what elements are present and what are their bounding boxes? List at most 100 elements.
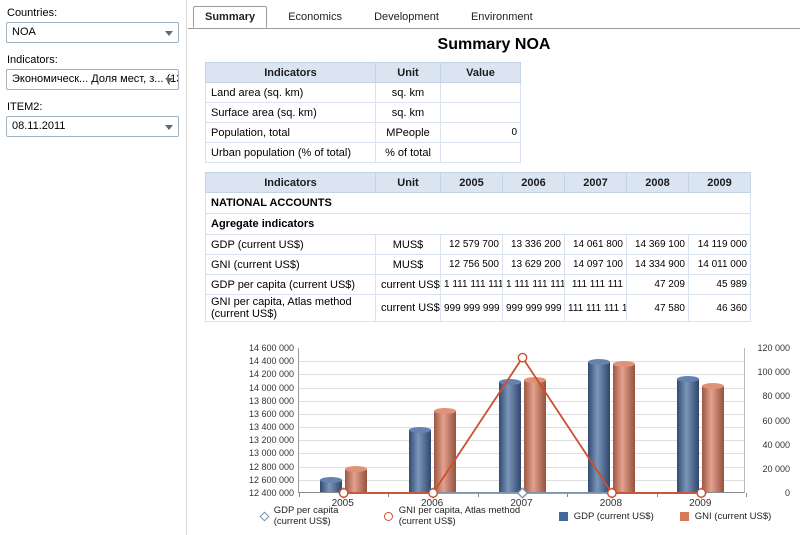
- value-cell: 45 989: [689, 275, 751, 295]
- col-header-unit: Unit: [376, 173, 441, 193]
- indicator-cell: GNI per capita, Atlas method (current US…: [206, 295, 376, 322]
- y-axis-label-left: 14 200 000: [240, 369, 294, 379]
- value-cell: 111 111 111 1: [565, 295, 627, 322]
- col-header-value: Value: [441, 63, 521, 83]
- countries-dropdown[interactable]: NOA: [6, 22, 179, 43]
- value-cell: 12 756 500: [441, 255, 503, 275]
- y-axis-label-left: 14 600 000: [240, 343, 294, 353]
- indicator-cell: Urban population (% of total): [206, 143, 376, 163]
- unit-cell: MUS$: [376, 255, 441, 275]
- y-axis-label-right: 0: [749, 488, 790, 498]
- section-label: NATIONAL ACCOUNTS: [206, 193, 751, 214]
- legend-item-gdp-per-capita: GDP per capita (current US$): [261, 505, 358, 528]
- value-cell: 47 209: [627, 275, 689, 295]
- table-row: GDP (current US$) MUS$ 12 579 700 13 336…: [206, 235, 751, 255]
- table-row: Surface area (sq. km) sq. km: [206, 103, 521, 123]
- indicator-cell: GDP per capita (current US$): [206, 275, 376, 295]
- x-axis-tick: [746, 493, 747, 497]
- value-cell: 999 999 999: [441, 295, 503, 322]
- table-row: Land area (sq. km) sq. km: [206, 83, 521, 103]
- y-axis-label-right: 100 000: [749, 367, 790, 377]
- y-axis-label-right: 80 000: [749, 391, 790, 401]
- value-cell: [441, 143, 521, 163]
- y-axis-label-left: 13 600 000: [240, 409, 294, 419]
- y-axis-label-left: 12 800 000: [240, 462, 294, 472]
- y-axis-label-left: 14 400 000: [240, 356, 294, 366]
- y-axis-label-left: 14 000 000: [240, 383, 294, 393]
- item2-label: ITEM2:: [7, 101, 180, 113]
- unit-cell: MPeople: [376, 123, 441, 143]
- unit-cell: current US$: [376, 295, 441, 322]
- chart-legend: GDP per capita (current US$) GNI per cap…: [240, 505, 792, 528]
- value-cell: 1 111 111 111: [441, 275, 503, 295]
- indicator-cell: GNI (current US$): [206, 255, 376, 275]
- unit-cell: sq. km: [376, 103, 441, 123]
- section-label: Agregate indicators: [206, 214, 751, 235]
- unit-cell: current US$: [376, 275, 441, 295]
- value-cell: 14 334 900: [627, 255, 689, 275]
- col-header-2006: 2006: [503, 173, 565, 193]
- tab-summary[interactable]: Summary: [193, 6, 267, 28]
- y-axis-label-left: 12 600 000: [240, 475, 294, 485]
- table-row: Population, total MPeople 0: [206, 123, 521, 143]
- value-cell: 14 097 100: [565, 255, 627, 275]
- countries-label: Countries:: [7, 7, 180, 19]
- indicators-dropdown[interactable]: Экономическ... Доля мест, з... (1374): [6, 69, 179, 90]
- legend-label: GDP (current US$): [574, 511, 654, 522]
- y-axis-label-right: 120 000: [749, 343, 790, 353]
- chart: 14 600 000 14 400 000 14 200 000 14 000 000…: [240, 343, 792, 510]
- chevron-down-icon: [165, 125, 173, 130]
- y-axis-label-left: 13 000 000: [240, 448, 294, 458]
- table-row: GDP per capita (current US$) current US$…: [206, 275, 751, 295]
- indicator-cell: Surface area (sq. km): [206, 103, 376, 123]
- square-marker-icon: [680, 512, 689, 521]
- y-axis-label-right: 40 000: [749, 440, 790, 450]
- circle-marker-icon: [384, 512, 393, 521]
- value-cell: 14 011 000: [689, 255, 751, 275]
- years-table-header-row: Indicators Unit 2005 2006 2007 2008 2009: [206, 173, 751, 193]
- years-table: Indicators Unit 2005 2006 2007 2008 2009…: [205, 172, 751, 322]
- value-cell: 47 580: [627, 295, 689, 322]
- chart-lines: [299, 348, 746, 493]
- y-axis-label-left: 13 200 000: [240, 435, 294, 445]
- value-cell: 13 629 200: [503, 255, 565, 275]
- section-row-national-accounts: NATIONAL ACCOUNTS: [206, 193, 751, 214]
- diamond-marker-icon: [259, 511, 269, 521]
- legend-label: GNI per capita, Atlas method (current US…: [399, 505, 533, 528]
- indicator-cell: GDP (current US$): [206, 235, 376, 255]
- value-cell: 111 111 111: [565, 275, 627, 295]
- section-row-agregate-indicators: Agregate indicators: [206, 214, 751, 235]
- unit-cell: % of total: [376, 143, 441, 163]
- legend-item-gdp: GDP (current US$): [559, 511, 654, 522]
- value-cell: 999 999 999: [503, 295, 565, 322]
- value-cell: [441, 103, 521, 123]
- value-cell: 12 579 700: [441, 235, 503, 255]
- indicators-dropdown-value: Экономическ... Доля мест, з... (1374): [12, 73, 179, 85]
- legend-label: GDP per capita (current US$): [274, 505, 358, 528]
- value-cell: [441, 83, 521, 103]
- tab-environment[interactable]: Environment: [460, 7, 544, 27]
- table-row: GNI per capita, Atlas method (current US…: [206, 295, 751, 322]
- value-table: Indicators Unit Value Land area (sq. km)…: [205, 62, 521, 163]
- square-marker-icon: [559, 512, 568, 521]
- table-row: GNI (current US$) MUS$ 12 756 500 13 629…: [206, 255, 751, 275]
- col-header-2008: 2008: [627, 173, 689, 193]
- page-title: Summary NOA: [188, 36, 800, 54]
- chevron-down-icon: [165, 78, 173, 83]
- indicators-label: Indicators:: [7, 54, 180, 66]
- value-cell: 0: [441, 123, 521, 143]
- unit-cell: MUS$: [376, 235, 441, 255]
- item2-dropdown[interactable]: 08.11.2011: [6, 116, 179, 137]
- tab-bar: Summary Economics Development Environmen…: [188, 6, 800, 29]
- indicator-cell: Land area (sq. km): [206, 83, 376, 103]
- tab-economics[interactable]: Economics: [277, 7, 353, 27]
- y-axis-label-left: 13 400 000: [240, 422, 294, 432]
- legend-item-gni: GNI (current US$): [680, 511, 772, 522]
- legend-label: GNI (current US$): [695, 511, 772, 522]
- col-header-2005: 2005: [441, 173, 503, 193]
- unit-cell: sq. km: [376, 83, 441, 103]
- value-cell: 14 061 800: [565, 235, 627, 255]
- tab-development[interactable]: Development: [363, 7, 450, 27]
- sidebar: Countries: NOA Indicators: Экономическ..…: [0, 0, 187, 535]
- col-header-unit: Unit: [376, 63, 441, 83]
